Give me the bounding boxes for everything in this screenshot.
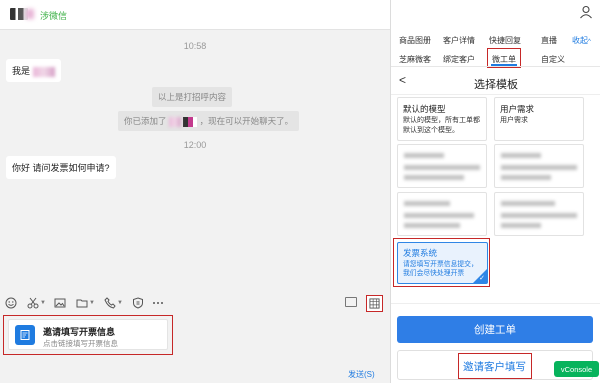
divider — [391, 94, 600, 95]
tab-custom[interactable]: 自定义 — [541, 54, 565, 65]
create-ticket-button[interactable]: 创建工单 — [397, 316, 593, 343]
chevron-down-icon: ▼ — [40, 300, 46, 306]
page-title: 选择模板 — [474, 79, 518, 91]
chevron-down-icon: ▼ — [117, 300, 123, 306]
template-card[interactable]: 用户需求 用户需求 — [494, 97, 584, 141]
shield-icon[interactable] — [132, 296, 144, 310]
chat-header: 涉微信 — [0, 0, 390, 30]
check-icon: ✓ — [479, 275, 485, 282]
template-card-redacted[interactable] — [397, 144, 487, 188]
collapse-button[interactable]: 收起^ — [572, 35, 591, 46]
template-title: 默认的模型 — [403, 104, 446, 114]
template-card-redacted[interactable] — [494, 144, 584, 188]
tab-product-album[interactable]: 商品图册 — [399, 35, 431, 46]
invite-card[interactable]: 邀请填写开票信息 点击链接填写开票信息 — [8, 319, 168, 350]
template-desc: 请您填写开票信息提交，我们会尽快处理开票 — [403, 261, 478, 277]
tab-zhima-weike[interactable]: 芝麻微客 — [399, 54, 431, 65]
message-text: 我是 — [12, 66, 31, 76]
template-desc: 用户需求 — [500, 117, 528, 124]
chevron-down-icon: ▼ — [89, 300, 95, 306]
message-bubble[interactable]: 你好 请问发票如何申请? — [6, 156, 116, 179]
chat-toolbar: ▼ ▼ ▼ — [0, 294, 390, 312]
tab-bind-customer[interactable]: 绑定客户 — [443, 54, 475, 65]
template-title: 用户需求 — [500, 104, 535, 114]
redacted-name — [168, 116, 181, 127]
form-icon — [15, 325, 35, 345]
doc-icon[interactable] — [345, 297, 357, 307]
scissors-icon[interactable]: ▼ — [27, 296, 46, 310]
system-text-suffix: ，现在可以开始聊天了。 — [199, 116, 294, 126]
template-title: 发票系统 — [403, 248, 438, 258]
avatar-blur — [26, 9, 34, 19]
template-card-redacted[interactable] — [397, 192, 487, 236]
system-text-prefix: 你已添加了 — [124, 116, 167, 126]
system-message: 以上是打招呼内容 — [152, 87, 233, 107]
chevron-up-icon: ^ — [588, 39, 591, 45]
emoji-icon[interactable] — [5, 296, 17, 310]
vconsole-button[interactable]: vConsole — [554, 361, 599, 377]
template-card-selected[interactable]: 发票系统 请您填写开票信息提交，我们会尽快处理开票 ✓ — [397, 242, 488, 284]
user-icon[interactable] — [579, 5, 593, 19]
template-desc: 默认的模型，所有工单都默认到这个模型。 — [403, 117, 480, 134]
redacted-name — [32, 66, 55, 77]
invite-card-title: 邀请填写开票信息 — [43, 327, 116, 337]
template-card[interactable]: 默认的模型 默认的模型，所有工单都默认到这个模型。 — [397, 97, 487, 141]
tab-live[interactable]: 直播 — [541, 35, 557, 46]
timestamp: 12:00 — [183, 140, 207, 150]
send-button[interactable]: 发送(S) — [348, 369, 375, 380]
image-icon[interactable] — [54, 296, 66, 310]
divider — [391, 303, 600, 304]
folder-icon[interactable]: ▼ — [76, 296, 95, 310]
chat-messages: 10:58 我是 以上是打招呼内容 你已添加了 ，现在可以开始聊天了。 12:0… — [0, 31, 390, 289]
redacted-logo — [183, 116, 198, 127]
chat-pane: 涉微信 10:58 我是 以上是打招呼内容 你已添加了 ，现在可以开始聊天了。 … — [0, 0, 390, 383]
system-message: 你已添加了 ，现在可以开始聊天了。 — [118, 111, 300, 131]
tab-customer-detail[interactable]: 客户详情 — [443, 35, 475, 46]
divider — [391, 66, 600, 67]
tab-quick-reply[interactable]: 快捷回复 — [489, 35, 521, 46]
sidebar: 商品图册 客户详情 快捷回复 直播 收起^ 芝麻微客 绑定客户 微工单 自定义 … — [390, 0, 600, 383]
collapse-label: 收起 — [572, 36, 588, 45]
message-text: 你好 请问发票如何申请? — [12, 163, 110, 173]
phone-icon[interactable]: ▼ — [104, 296, 123, 310]
more-icon[interactable] — [152, 296, 164, 310]
grid-icon[interactable] — [366, 295, 383, 312]
invite-card-subtitle: 点击链接填写开票信息 — [43, 339, 118, 348]
message-bubble[interactable]: 我是 — [6, 59, 61, 82]
invite-customer-label: 邀请客户填写 — [463, 361, 526, 373]
contact-name: 涉微信 — [40, 11, 68, 21]
template-card-redacted[interactable] — [494, 192, 584, 236]
timestamp: 10:58 — [183, 41, 207, 51]
